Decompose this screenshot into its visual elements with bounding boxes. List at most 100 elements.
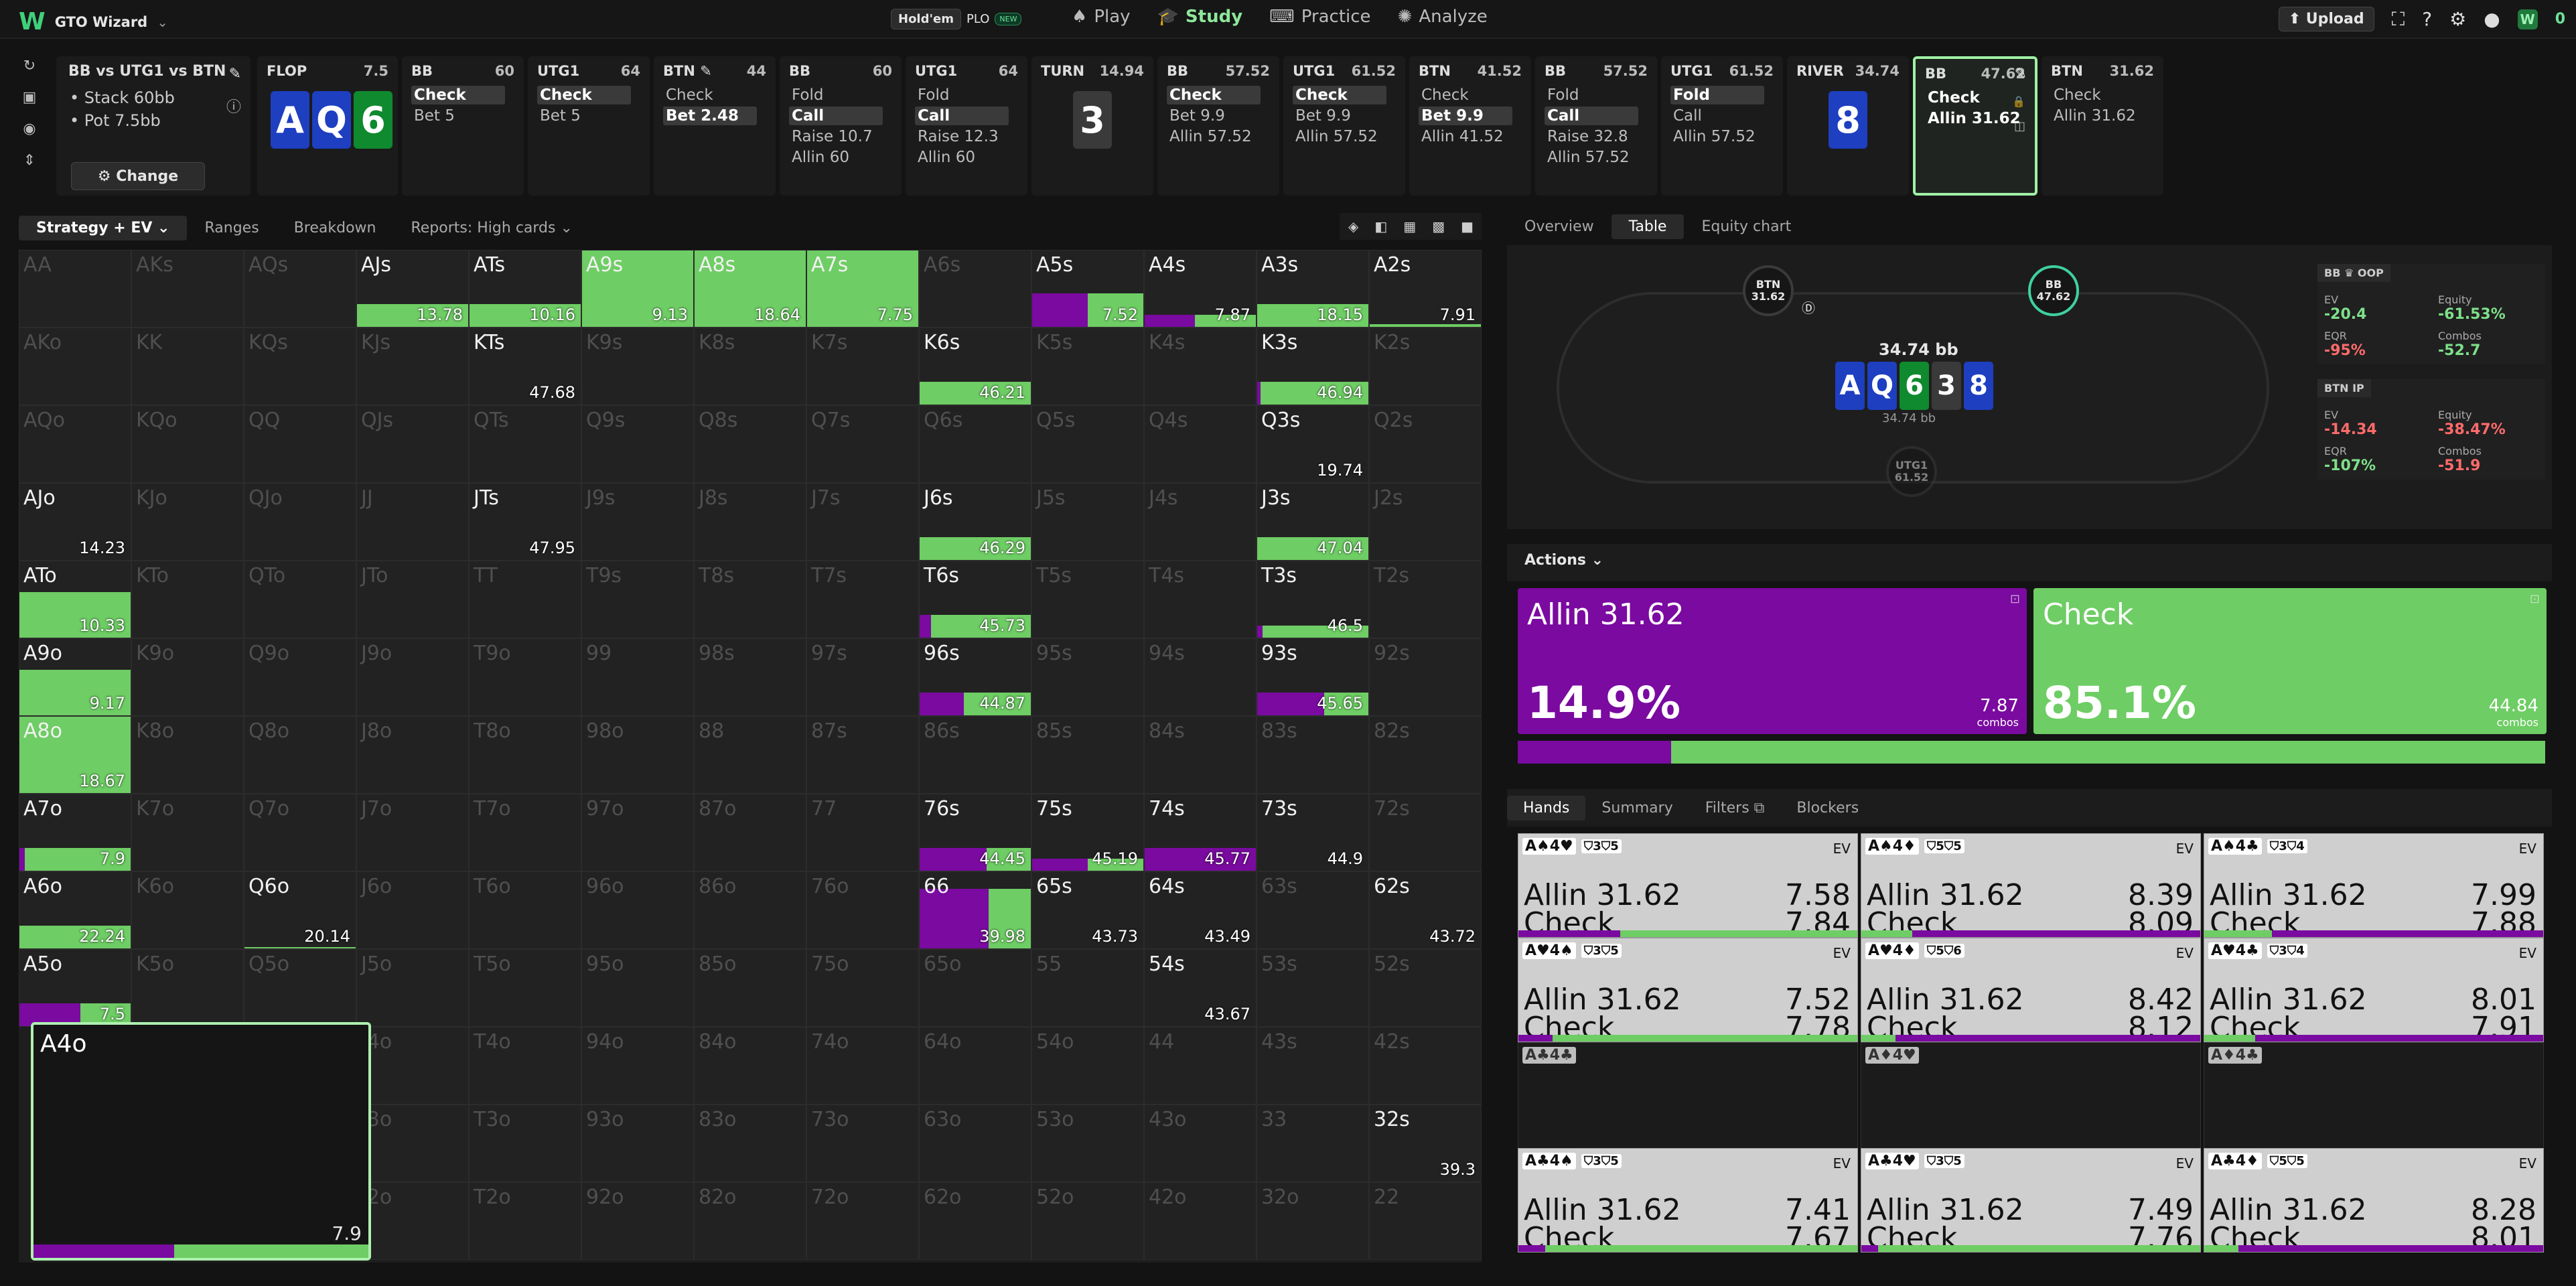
help-icon[interactable]: ? xyxy=(2422,8,2432,30)
hand-cell[interactable]: K9o xyxy=(131,638,244,716)
hand-combo-card[interactable]: A♥4♣ ⛉3⛉4 EV Allin 31.62 8.01 Check 7.91 xyxy=(2204,938,2544,1042)
hand-cell[interactable]: 7.9 A7o xyxy=(19,794,131,871)
hand-cell[interactable]: QJo xyxy=(244,483,356,561)
hand-cell[interactable]: 63o xyxy=(919,1104,1031,1182)
hand-cell[interactable]: T4s xyxy=(1144,561,1257,638)
hand-cell[interactable]: KK xyxy=(131,328,244,405)
hand-cell[interactable]: 7.87 A4s xyxy=(1144,250,1257,328)
hand-cell[interactable]: QTs xyxy=(469,405,581,483)
tree-node-bb[interactable]: BB 47.62 Check Allin 31.62 ✎ 🔒 ◫ xyxy=(1913,56,2037,196)
hand-cell[interactable]: T3o xyxy=(469,1104,581,1182)
tree-node-bb[interactable]: BB 60 Fold Call Raise 10.7 Allin 60 xyxy=(780,56,902,196)
hand-cell[interactable]: T6o xyxy=(469,871,581,949)
hand-cell[interactable]: T4o xyxy=(469,1027,581,1104)
hand-cell[interactable]: AKo xyxy=(19,328,131,405)
hand-cell[interactable]: QQ xyxy=(244,405,356,483)
hand-cell[interactable]: Q5s xyxy=(1031,405,1144,483)
hand-cell[interactable]: 52o xyxy=(1031,1182,1144,1260)
hand-cell[interactable]: 97o xyxy=(581,794,694,871)
save-icon[interactable]: ▣ xyxy=(23,89,37,106)
hand-cell[interactable]: 14.23 AJo xyxy=(19,483,131,561)
hand-cell[interactable]: J5s xyxy=(1031,483,1144,561)
refresh-icon[interactable]: ↻ xyxy=(23,58,35,74)
action-option[interactable]: Call xyxy=(915,106,1009,125)
action-option[interactable]: Allin 41.52 xyxy=(1419,127,1506,146)
nav-practice[interactable]: ⌨ Practice xyxy=(1269,7,1370,27)
hand-cell[interactable]: J6o xyxy=(356,871,469,949)
hand-cell[interactable]: Q7o xyxy=(244,794,356,871)
hand-cell[interactable]: 45.77 74s xyxy=(1144,794,1257,871)
hand-cell[interactable]: 55 xyxy=(1031,949,1144,1027)
hand-cell[interactable]: AQs xyxy=(244,250,356,328)
action-option[interactable]: Raise 12.3 xyxy=(915,127,1001,146)
hand-cell[interactable]: 47.95 JTs xyxy=(469,483,581,561)
hand-cell[interactable]: 18.15 A3s xyxy=(1257,250,1369,328)
scan-icon[interactable]: ⛶ xyxy=(2392,8,2405,31)
tree-node-utg1[interactable]: UTG1 61.52 Check Bet 9.9 Allin 57.52 xyxy=(1283,56,1405,196)
hand-cell[interactable]: J8o xyxy=(356,716,469,794)
hand-cell[interactable]: QTo xyxy=(244,561,356,638)
hand-cell[interactable]: J8s xyxy=(694,483,806,561)
hand-combo-card[interactable]: A♦4♣ xyxy=(2204,1042,2544,1151)
action-card-check[interactable]: Check 85.1% 44.84 combos ⊡ xyxy=(2033,588,2547,734)
grid-tab[interactable]: Reports: High cards ⌄ xyxy=(393,216,589,240)
hand-cell[interactable]: J2s xyxy=(1369,483,1482,561)
action-option[interactable]: Allin 60 xyxy=(915,148,978,167)
hand-cell[interactable]: K7o xyxy=(131,794,244,871)
hand-cell[interactable]: TT xyxy=(469,561,581,638)
hand-cell[interactable]: 65o xyxy=(919,949,1031,1027)
hand-cell[interactable]: 39.98 66 xyxy=(919,871,1031,949)
hand-cell[interactable]: 94o xyxy=(581,1027,694,1104)
controller-icon[interactable]: ◉ xyxy=(23,121,35,137)
action-option[interactable]: Allin 60 xyxy=(789,148,852,167)
action-option[interactable]: Check xyxy=(2051,86,2104,104)
tree-node-utg1[interactable]: UTG1 61.52 Fold Call Allin 57.52 xyxy=(1661,56,1783,196)
hand-combo-card[interactable]: A♦4♥ xyxy=(1861,1042,2201,1151)
hand-cell[interactable]: JTo xyxy=(356,561,469,638)
upload-button[interactable]: ⬆ Upload xyxy=(2278,7,2374,31)
hands-tab[interactable]: Hands xyxy=(1507,795,1586,820)
hand-cell[interactable]: J4o xyxy=(356,1027,469,1104)
right-tab[interactable]: Overview xyxy=(1507,214,1612,239)
action-option[interactable]: Fold xyxy=(1545,86,1581,104)
hand-cell[interactable]: 87o xyxy=(694,794,806,871)
hand-cell[interactable]: 7.52 A5s xyxy=(1031,250,1144,328)
hand-cell[interactable]: JJ xyxy=(356,483,469,561)
hand-cell[interactable]: T7o xyxy=(469,794,581,871)
hand-cell[interactable]: T9s xyxy=(581,561,694,638)
hand-cell[interactable]: 85o xyxy=(694,949,806,1027)
app-logo[interactable]: W GTO Wizard ⌄ xyxy=(19,8,168,35)
hand-cell[interactable]: K5s xyxy=(1031,328,1144,405)
hand-cell[interactable]: Q9s xyxy=(581,405,694,483)
hand-cell[interactable]: 9.17 A9o xyxy=(19,638,131,716)
hand-cell[interactable]: K2s xyxy=(1369,328,1482,405)
hand-cell[interactable]: 96o xyxy=(581,871,694,949)
user-icon[interactable]: ● xyxy=(2484,8,2500,30)
hand-cell[interactable]: 43s xyxy=(1257,1027,1369,1104)
hand-cell[interactable]: 46.21 K6s xyxy=(919,328,1031,405)
contrast-icon[interactable]: ◧ xyxy=(1374,218,1387,234)
hand-cell[interactable]: 33 xyxy=(1257,1104,1369,1182)
hand-cell[interactable]: K7s xyxy=(806,328,919,405)
hand-cell[interactable]: K4s xyxy=(1144,328,1257,405)
action-option[interactable]: Raise 10.7 xyxy=(789,127,875,146)
seat-btn[interactable]: BTN 31.62 xyxy=(1743,265,1794,316)
hand-cell[interactable]: 42s xyxy=(1369,1027,1482,1104)
hands-tab[interactable]: Summary xyxy=(1585,796,1689,820)
hand-cell[interactable]: AQo xyxy=(19,405,131,483)
tree-node-turn[interactable]: TURN 14.94 3 xyxy=(1031,56,1153,196)
grid-tab[interactable]: Ranges xyxy=(187,216,276,240)
hand-cell[interactable]: 92s xyxy=(1369,638,1482,716)
hand-cell[interactable]: 92o xyxy=(581,1182,694,1260)
nav-play[interactable]: ♠ Play xyxy=(1072,7,1131,27)
hand-cell[interactable]: 73o xyxy=(806,1104,919,1182)
hand-cell[interactable]: KQo xyxy=(131,405,244,483)
tree-node-btn[interactable]: BTN ✎ 44 Check Bet 2.48 xyxy=(654,56,776,196)
hand-cell[interactable]: 99 xyxy=(581,638,694,716)
seat-bb[interactable]: BB 47.62 xyxy=(2028,265,2079,316)
right-tab[interactable]: Equity chart xyxy=(1684,214,1808,239)
nav-analyze[interactable]: ✺ Analyze xyxy=(1398,7,1488,27)
hand-cell[interactable]: 43.67 54s xyxy=(1144,949,1257,1027)
action-option[interactable]: Bet 5 xyxy=(537,106,583,125)
action-option[interactable]: Allin 31.62 xyxy=(1925,109,2023,128)
